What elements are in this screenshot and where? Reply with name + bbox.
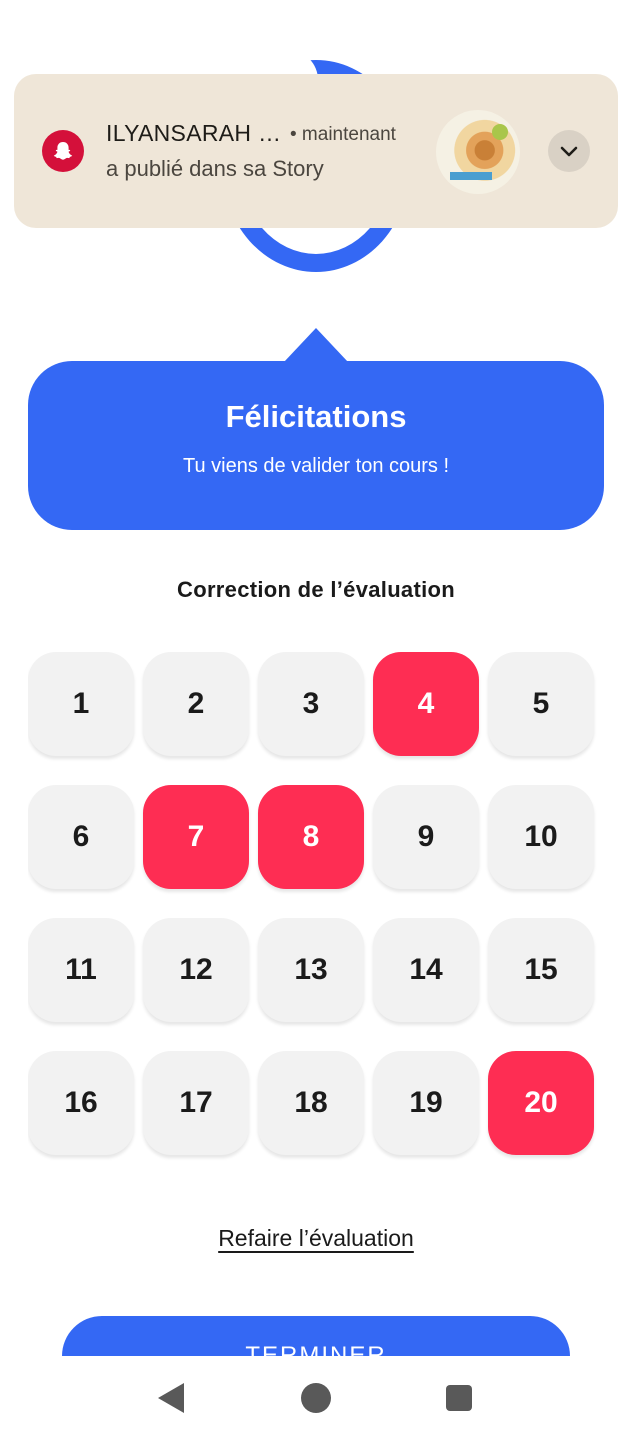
question-cell[interactable]: 20 — [488, 1051, 594, 1155]
callout-pointer — [284, 328, 348, 362]
question-cell[interactable]: 7 — [143, 785, 249, 889]
question-cell[interactable]: 2 — [143, 652, 249, 756]
question-cell[interactable]: 19 — [373, 1051, 479, 1155]
congratulations-title: Félicitations — [225, 399, 407, 434]
home-circle-icon[interactable] — [301, 1383, 331, 1413]
question-cell[interactable]: 17 — [143, 1051, 249, 1155]
snapchat-ghost-icon — [42, 130, 84, 172]
question-cell[interactable]: 6 — [28, 785, 134, 889]
congratulations-callout: Félicitations Tu viens de valider ton co… — [28, 361, 604, 530]
question-cell[interactable]: 15 — [488, 918, 594, 1022]
back-triangle-icon[interactable] — [158, 1383, 184, 1413]
question-cell[interactable]: 12 — [143, 918, 249, 1022]
redo-evaluation-link[interactable]: Refaire l’évaluation — [218, 1225, 414, 1251]
recents-square-icon[interactable] — [446, 1385, 472, 1411]
story-thumbnail[interactable] — [436, 110, 520, 194]
finish-button[interactable]: TERMINER — [62, 1316, 570, 1356]
finish-button-clip: TERMINER — [62, 1316, 570, 1356]
correction-title: Correction de l’évaluation — [177, 577, 455, 602]
question-cell[interactable]: 4 — [373, 652, 479, 756]
question-cell[interactable]: 3 — [258, 652, 364, 756]
redo-link-container: Refaire l’évaluation — [0, 1225, 632, 1252]
system-navigation-bar — [0, 1356, 632, 1440]
question-cell[interactable]: 5 — [488, 652, 594, 756]
question-cell[interactable]: 18 — [258, 1051, 364, 1155]
question-grid: 1 2 3 4 5 6 7 8 9 10 11 12 13 14 15 16 17 18 19 20 — [28, 652, 604, 1162]
chevron-down-icon[interactable] — [548, 130, 590, 172]
question-cell[interactable]: 8 — [258, 785, 364, 889]
question-cell[interactable]: 13 — [258, 918, 364, 1022]
notification-message: a publié dans sa Story — [106, 156, 324, 181]
question-cell[interactable]: 14 — [373, 918, 479, 1022]
notification-banner[interactable]: ILYANSARAH … • maintenant a publié dans … — [14, 74, 618, 228]
notification-time: • maintenant — [290, 124, 396, 145]
congratulations-subtitle: Tu viens de valider ton cours ! — [182, 455, 450, 477]
question-cell[interactable]: 9 — [373, 785, 479, 889]
question-cell[interactable]: 1 — [28, 652, 134, 756]
question-cell[interactable]: 11 — [28, 918, 134, 1022]
question-cell[interactable]: 10 — [488, 785, 594, 889]
notification-title: ILYANSARAH … — [106, 120, 282, 146]
question-cell[interactable]: 16 — [28, 1051, 134, 1155]
